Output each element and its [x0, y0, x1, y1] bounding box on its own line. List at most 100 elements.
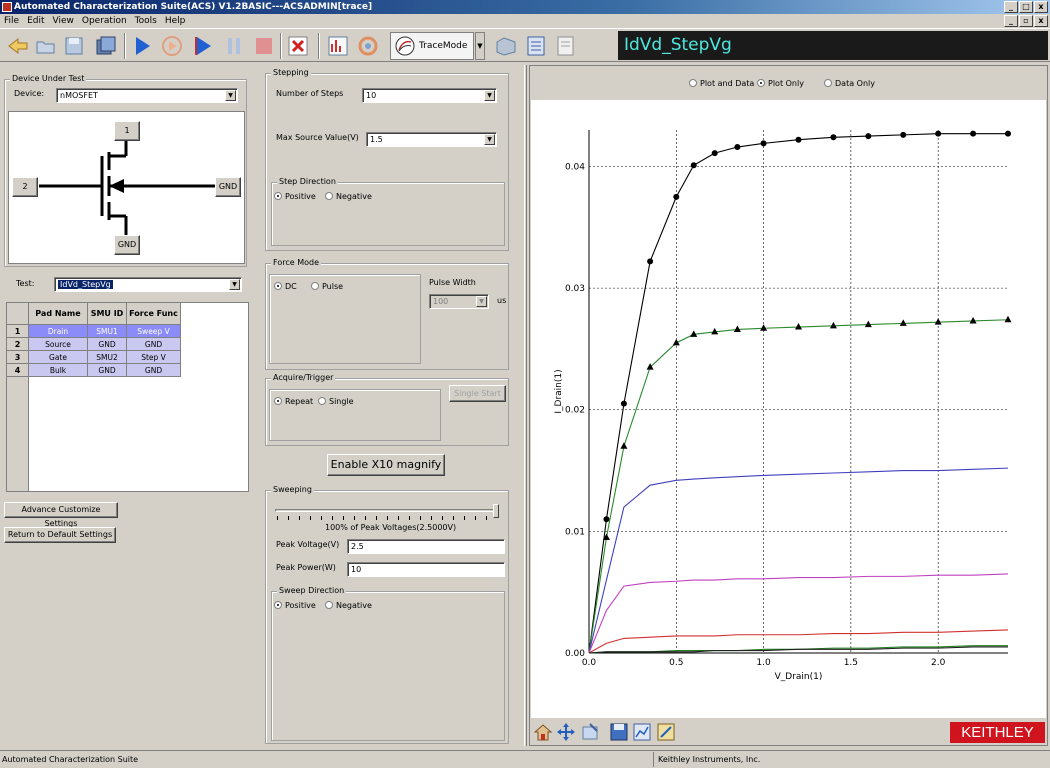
- run-step-icon[interactable]: [160, 34, 184, 58]
- menu-edit[interactable]: Edit: [27, 14, 44, 28]
- trace-mode-button[interactable]: TraceMode: [390, 32, 474, 60]
- test-select[interactable]: IdVd_StepVg ▼: [54, 277, 242, 292]
- trace-mode-dropdown[interactable]: ▼: [475, 32, 485, 60]
- plot-and-data-radio[interactable]: Plot and Data: [689, 79, 754, 88]
- table-cell[interactable]: Step V: [127, 351, 181, 364]
- window-title: Automated Characterization Suite(ACS) V1…: [14, 2, 373, 12]
- data-point: [690, 162, 697, 169]
- data-point: [970, 130, 977, 137]
- table-cell[interactable]: SMU2: [88, 351, 127, 364]
- sweep-positive-label: Positive: [285, 601, 316, 610]
- single-radio[interactable]: Single: [318, 397, 354, 406]
- plot-only-radio[interactable]: Plot Only: [757, 79, 804, 88]
- splitter[interactable]: [524, 65, 527, 746]
- table-cell[interactable]: Bulk: [29, 364, 88, 377]
- close-window-button[interactable]: x: [1034, 1, 1048, 13]
- chart-window-icon[interactable]: [326, 34, 350, 58]
- data-point: [603, 516, 610, 523]
- table-cell[interactable]: GND: [88, 364, 127, 377]
- zoom-icon[interactable]: [580, 722, 600, 742]
- table-cell[interactable]: Source: [29, 338, 88, 351]
- pulse-radio[interactable]: Pulse: [311, 282, 343, 291]
- step-negative-label: Negative: [336, 192, 372, 201]
- chevron-down-icon: ▼: [484, 90, 495, 101]
- keithley-logo: KEITHLEY: [950, 722, 1045, 743]
- pan-icon[interactable]: [556, 722, 576, 742]
- menu-tools[interactable]: Tools: [135, 14, 157, 28]
- data-sheet-icon[interactable]: [524, 34, 548, 58]
- open-folder-icon[interactable]: [34, 34, 58, 58]
- dc-radio[interactable]: DC: [274, 282, 297, 291]
- sweep-direction-label: Sweep Direction: [277, 586, 347, 595]
- id-vd-chart: 0.0 0.5 1.0 1.5 2.0 0.00 0.01 0.02 0.03 0.04 V_Dra…: [554, 130, 1012, 682]
- table-cell[interactable]: GND: [127, 364, 181, 377]
- table-cell[interactable]: GND: [88, 338, 127, 351]
- table-cell[interactable]: SMU1: [88, 325, 127, 338]
- sweep-negative-radio[interactable]: Negative: [325, 601, 372, 610]
- peak-voltage-input[interactable]: 2.5: [347, 539, 505, 554]
- advance-customize-button[interactable]: Advance Customize Settings: [4, 502, 118, 528]
- peak-power-input[interactable]: 10: [347, 562, 505, 577]
- plot-settings-icon[interactable]: [632, 722, 652, 742]
- table-cell[interactable]: Sweep V: [127, 325, 181, 338]
- export-icon[interactable]: [494, 34, 518, 58]
- bulk-pin-button[interactable]: GND: [215, 177, 241, 197]
- stop-icon[interactable]: [252, 34, 276, 58]
- sweep-negative-label: Negative: [336, 601, 372, 610]
- gate-pin-button[interactable]: 2: [12, 177, 38, 197]
- source-pin-button[interactable]: GND: [114, 235, 140, 255]
- table-corner: [7, 303, 29, 325]
- table-cell[interactable]: Drain: [29, 325, 88, 338]
- menu-help[interactable]: Help: [165, 14, 186, 28]
- pulse-width-select[interactable]: 100 ▼: [429, 294, 489, 309]
- notes-icon[interactable]: [554, 34, 578, 58]
- return-default-button[interactable]: Return to Default Settings: [4, 527, 116, 543]
- max-source-select[interactable]: 1.5 ▼: [366, 132, 497, 147]
- radio-icon: [311, 282, 319, 290]
- menu-view[interactable]: View: [53, 14, 74, 28]
- table-cell[interactable]: Gate: [29, 351, 88, 364]
- minimize-button[interactable]: _: [1004, 1, 1018, 13]
- mdi-minimize-button[interactable]: _: [1004, 15, 1018, 27]
- save-all-icon[interactable]: [94, 34, 118, 58]
- step-positive-radio[interactable]: Positive: [274, 192, 316, 201]
- menu-operation[interactable]: Operation: [82, 14, 127, 28]
- y-tick-label: 0.01: [565, 527, 585, 537]
- save-icon[interactable]: [62, 34, 86, 58]
- device-select[interactable]: nMOSFET ▼: [56, 88, 238, 103]
- menu-file[interactable]: File: [4, 14, 19, 28]
- data-point: [829, 321, 837, 329]
- dut-group-label: Device Under Test: [10, 74, 87, 83]
- radio-checked-icon: [274, 397, 282, 405]
- run-repeat-icon[interactable]: [192, 34, 216, 58]
- single-start-button[interactable]: Single Start: [449, 385, 506, 402]
- back-arrow-icon[interactable]: [6, 34, 30, 58]
- drain-pin-button[interactable]: 1: [114, 121, 140, 141]
- abort-icon[interactable]: [286, 34, 310, 58]
- magnify-button[interactable]: Enable X10 magnify: [327, 454, 445, 476]
- maximize-button[interactable]: □: [1019, 1, 1033, 13]
- step-negative-radio[interactable]: Negative: [325, 192, 372, 201]
- data-only-label: Data Only: [835, 79, 875, 88]
- max-source-label: Max Source Value(V): [276, 133, 359, 142]
- peak-power-label: Peak Power(W): [276, 563, 336, 572]
- save-plot-icon[interactable]: [609, 722, 629, 742]
- table-cell[interactable]: GND: [127, 338, 181, 351]
- num-steps-select[interactable]: 10 ▼: [362, 88, 497, 103]
- trace-mode-icon: [395, 36, 415, 56]
- repeat-radio[interactable]: Repeat: [274, 397, 313, 406]
- pause-icon[interactable]: [222, 34, 246, 58]
- run-icon[interactable]: [130, 34, 154, 58]
- data-point: [795, 323, 802, 330]
- mdi-restore-button[interactable]: ▫: [1019, 15, 1033, 27]
- mdi-close-button[interactable]: x: [1034, 15, 1048, 27]
- data-point: [935, 130, 942, 137]
- edit-plot-icon[interactable]: [656, 722, 676, 742]
- data-only-radio[interactable]: Data Only: [824, 79, 875, 88]
- sweep-positive-radio[interactable]: Positive: [274, 601, 316, 610]
- home-icon[interactable]: [533, 722, 553, 742]
- status-right: Keithley Instruments, Inc.: [658, 755, 761, 764]
- refresh-icon[interactable]: [356, 34, 380, 58]
- radio-icon: [325, 192, 333, 200]
- pad-table: Pad Name SMU ID Force Func 1 Drain SMU1 …: [6, 302, 249, 492]
